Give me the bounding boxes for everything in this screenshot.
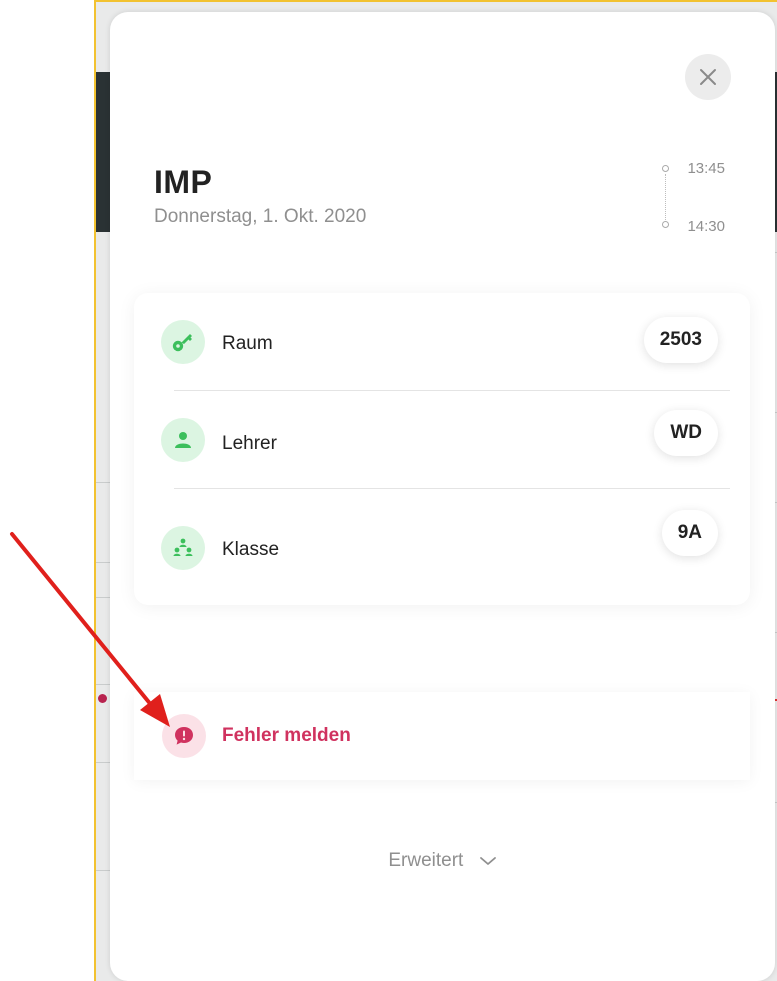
detail-value-room: 2503: [643, 317, 718, 363]
group-icon: [161, 526, 205, 570]
alert-bubble-icon: [162, 714, 206, 758]
detail-row-teacher: Lehrer WD: [134, 391, 750, 489]
background-current-time-dot: [98, 694, 107, 703]
detail-value-teacher: WD: [654, 410, 718, 456]
detail-value-class: 9A: [661, 510, 718, 556]
time-end-dot: [662, 221, 669, 228]
detail-row-class: Klasse 9A: [134, 489, 750, 605]
detail-row-room: Raum 2503: [134, 293, 750, 391]
key-icon: [161, 320, 205, 364]
chevron-down-icon: [479, 857, 496, 865]
report-error-button[interactable]: Fehler melden: [134, 692, 750, 780]
detail-label: Raum: [222, 333, 273, 354]
close-icon: [700, 69, 716, 85]
report-error-label: Fehler melden: [222, 725, 351, 746]
lesson-start-time: 13:45: [687, 160, 725, 177]
person-icon: [161, 418, 205, 462]
lesson-subject: IMP: [154, 164, 213, 200]
lesson-detail-modal: IMP Donnerstag, 1. Okt. 2020 13:45 14:30…: [110, 12, 775, 981]
detail-label: Lehrer: [222, 433, 277, 454]
close-button[interactable]: [685, 54, 731, 100]
detail-label: Klasse: [222, 539, 280, 560]
lesson-date: Donnerstag, 1. Okt. 2020: [154, 206, 367, 227]
advanced-label: Erweitert: [388, 850, 464, 871]
time-start-dot: [662, 165, 669, 172]
lesson-end-time: 14:30: [687, 218, 725, 235]
lesson-details-card: Raum 2503 Lehrer WD Klasse 9A: [134, 293, 750, 605]
advanced-toggle[interactable]: Erweitert: [110, 850, 775, 872]
time-range-line: [665, 174, 666, 220]
